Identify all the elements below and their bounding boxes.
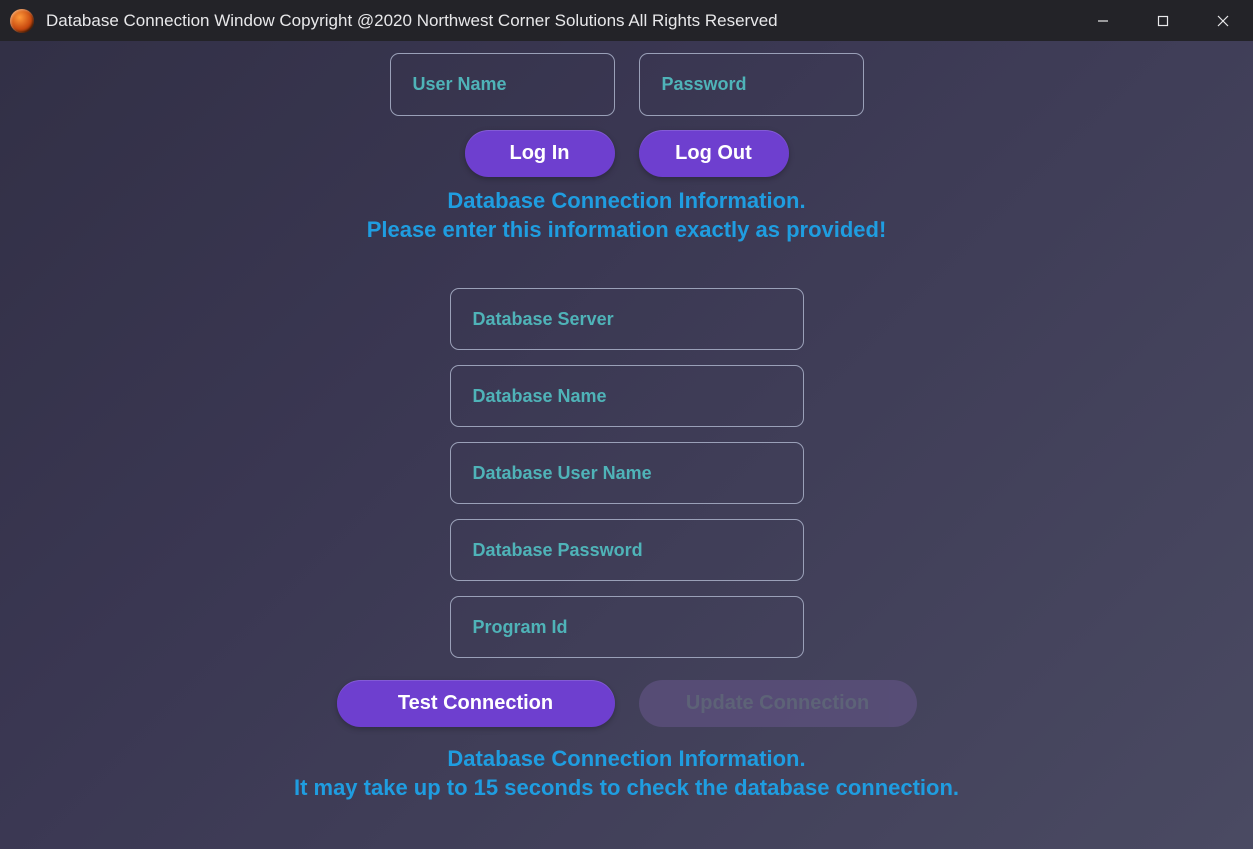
db-info-heading: Database Connection Information. Please … — [367, 187, 887, 244]
database-password-input[interactable] — [450, 519, 804, 581]
database-username-input[interactable] — [450, 442, 804, 504]
database-server-input[interactable] — [450, 288, 804, 350]
minimize-button[interactable] — [1073, 0, 1133, 41]
username-input[interactable] — [390, 53, 615, 116]
auth-row — [390, 53, 864, 116]
logout-button[interactable]: Log Out — [639, 130, 789, 177]
titlebar: Database Connection Window Copyright @20… — [0, 0, 1253, 41]
login-button[interactable]: Log In — [465, 130, 615, 177]
connection-note: Database Connection Information. It may … — [294, 745, 959, 802]
maximize-button[interactable] — [1133, 0, 1193, 41]
auth-button-row: Log In Log Out — [465, 130, 789, 177]
connection-button-row: Test Connection Update Connection — [337, 680, 917, 727]
password-input[interactable] — [639, 53, 864, 116]
minimize-icon — [1096, 14, 1110, 28]
test-connection-button[interactable]: Test Connection — [337, 680, 615, 727]
close-button[interactable] — [1193, 0, 1253, 41]
close-icon — [1216, 14, 1230, 28]
window-controls — [1073, 0, 1253, 41]
connection-note-line2: It may take up to 15 seconds to check th… — [294, 774, 959, 803]
program-id-input[interactable] — [450, 596, 804, 658]
update-connection-button: Update Connection — [639, 680, 917, 727]
connection-note-line1: Database Connection Information. — [294, 745, 959, 774]
db-info-line2: Please enter this information exactly as… — [367, 216, 887, 245]
db-info-line1: Database Connection Information. — [367, 187, 887, 216]
db-fields-group — [450, 288, 804, 658]
maximize-icon — [1156, 14, 1170, 28]
app-icon — [10, 9, 34, 33]
database-name-input[interactable] — [450, 365, 804, 427]
window-title: Database Connection Window Copyright @20… — [46, 11, 778, 31]
content-area: Log In Log Out Database Connection Infor… — [0, 41, 1253, 849]
